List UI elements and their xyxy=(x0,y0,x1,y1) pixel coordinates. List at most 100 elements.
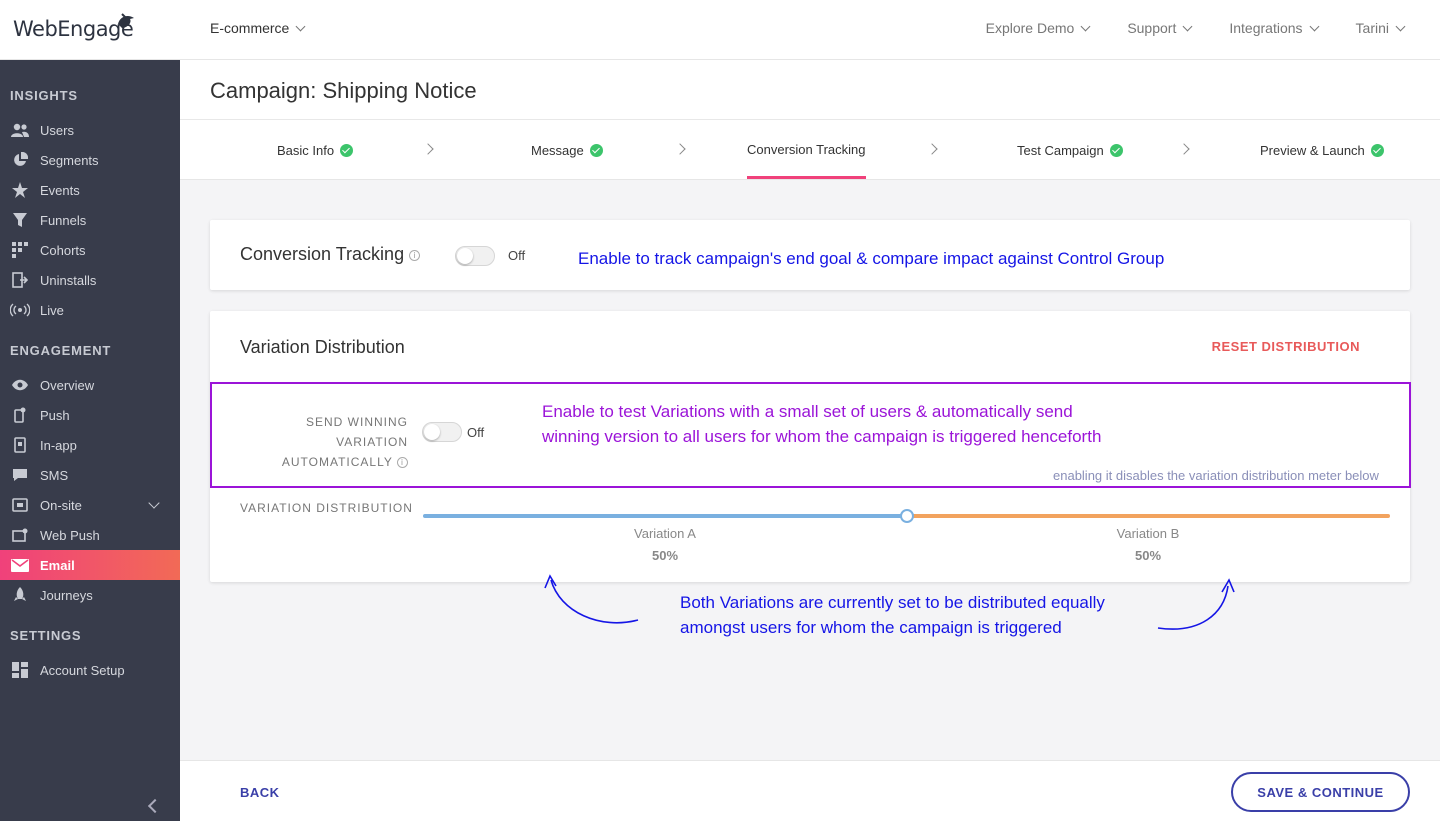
annotation-line: Enable to test Variations with a small s… xyxy=(542,402,1073,421)
sidebar-item-in-app[interactable]: In-app xyxy=(0,430,180,460)
sidebar-item-label: In-app xyxy=(40,437,77,453)
sidebar: INSIGHTS Users Segments Events Funnels C… xyxy=(0,60,180,821)
workspace-selector[interactable]: E-commerce xyxy=(210,20,306,36)
nav-integrations[interactable]: Integrations xyxy=(1229,20,1319,36)
nav-explore-demo[interactable]: Explore Demo xyxy=(985,20,1091,36)
step-label: Test Campaign xyxy=(1017,142,1104,158)
variation-b-info: Variation B 50% xyxy=(1078,526,1218,563)
pie-icon xyxy=(10,152,30,168)
sidebar-item-label: Segments xyxy=(40,152,99,168)
rocket-icon xyxy=(10,587,30,603)
sidebar-item-label: Users xyxy=(40,122,74,138)
tab-test-campaign[interactable]: Test Campaign xyxy=(1017,120,1123,180)
variation-a-track xyxy=(423,514,907,518)
nav-label: Integrations xyxy=(1229,20,1303,36)
annotation-line: Both Variations are currently set to be … xyxy=(680,593,1105,612)
conversion-annotation: Enable to track campaign's end goal & co… xyxy=(578,249,1165,268)
nav-label: Explore Demo xyxy=(985,20,1075,36)
funnel-icon xyxy=(10,212,30,228)
send-winning-line: AUTOMATICALLY xyxy=(281,455,393,469)
browser-icon xyxy=(10,527,30,543)
step-label: Basic Info xyxy=(277,142,335,158)
toggle-knob xyxy=(424,424,440,440)
exit-icon xyxy=(10,272,30,288)
dashboard-icon xyxy=(10,662,30,678)
sidebar-item-sms[interactable]: SMS xyxy=(0,460,180,490)
sidebar-item-push[interactable]: Push xyxy=(0,400,180,430)
send-winning-toggle-state: Off xyxy=(467,425,485,440)
star-icon xyxy=(10,182,30,198)
sidebar-item-label: Funnels xyxy=(40,212,87,228)
sidebar-item-journeys[interactable]: Journeys xyxy=(0,580,180,610)
variation-distribution-annotation: Both Variations are currently set to be … xyxy=(680,590,1105,640)
chevron-down-icon xyxy=(295,21,306,31)
sidebar-item-label: On-site xyxy=(40,497,82,513)
sidebar-item-label: Journeys xyxy=(40,587,93,603)
send-winning-label: SEND WINNING VARIATION AUTOMATICALLY i xyxy=(262,412,408,472)
variation-b-percent: 50% xyxy=(1134,548,1162,563)
sidebar-item-cohorts[interactable]: Cohorts xyxy=(0,235,180,265)
nav-support[interactable]: Support xyxy=(1127,20,1193,36)
check-icon xyxy=(589,143,603,157)
page-header: Campaign: Shipping Notice xyxy=(180,60,1440,120)
sidebar-item-account-setup[interactable]: Account Setup xyxy=(0,655,180,685)
variation-b-name: Variation B xyxy=(1116,526,1180,541)
phone-icon xyxy=(10,407,30,423)
sidebar-item-events[interactable]: Events xyxy=(0,175,180,205)
webengage-logo[interactable]: WebEngage xyxy=(13,12,134,46)
conversion-tracking-title: Conversion Tracking xyxy=(240,244,405,264)
sidebar-item-label: Web Push xyxy=(40,527,100,543)
info-icon[interactable]: i xyxy=(409,249,421,261)
conversion-toggle-state: Off xyxy=(508,248,526,263)
sidebar-item-on-site[interactable]: On-site xyxy=(0,490,180,520)
send-winning-annotation: Enable to test Variations with a small s… xyxy=(542,399,1101,449)
logo-bird-icon xyxy=(118,13,134,28)
sidebar-item-overview[interactable]: Overview xyxy=(0,370,180,400)
send-winning-line: VARIATION xyxy=(336,435,408,449)
chevron-right-icon xyxy=(422,143,434,155)
sidebar-item-uninstalls[interactable]: Uninstalls xyxy=(0,265,180,295)
section-title-engagement: ENGAGEMENT xyxy=(10,343,112,358)
conversion-tracking-card: Conversion Tracking i Off Enable to trac… xyxy=(210,220,1410,290)
reset-distribution-button[interactable]: RESET DISTRIBUTION xyxy=(1212,339,1360,354)
variation-a-percent: 50% xyxy=(651,548,679,563)
top-nav: Explore Demo Support Integrations Tarini xyxy=(985,20,1406,36)
send-winning-line: SEND WINNING xyxy=(306,415,408,429)
sidebar-item-web-push[interactable]: Web Push xyxy=(0,520,180,550)
slider-handle[interactable] xyxy=(899,509,914,523)
chat-icon xyxy=(10,467,30,483)
variation-distribution-label: VARIATION DISTRIBUTION xyxy=(240,501,413,515)
conversion-tracking-toggle[interactable] xyxy=(455,246,495,266)
sidebar-item-label: Account Setup xyxy=(40,662,125,678)
annotation-arrow-left-icon xyxy=(544,574,639,624)
step-label: Preview & Launch xyxy=(1260,142,1365,158)
back-button[interactable]: BACK xyxy=(240,785,280,800)
users-icon xyxy=(10,122,30,138)
save-continue-button[interactable]: SAVE & CONTINUE xyxy=(1231,772,1410,812)
check-icon xyxy=(340,143,354,157)
nav-user-menu[interactable]: Tarini xyxy=(1356,20,1406,36)
info-icon[interactable]: i xyxy=(397,457,408,469)
sidebar-item-label: Push xyxy=(40,407,70,423)
campaign-steps: Basic Info Message Conversion Tracking T… xyxy=(180,120,1440,180)
phone-square-icon xyxy=(10,437,30,453)
tab-preview-launch[interactable]: Preview & Launch xyxy=(1260,120,1384,180)
tab-basic-info[interactable]: Basic Info xyxy=(277,120,354,180)
chevron-down-icon[interactable] xyxy=(148,497,160,509)
tab-conversion-tracking[interactable]: Conversion Tracking xyxy=(747,120,866,179)
collapse-sidebar-icon[interactable] xyxy=(147,798,163,814)
tab-message[interactable]: Message xyxy=(531,120,603,180)
sidebar-item-label: Overview xyxy=(40,377,95,393)
variation-distribution-slider[interactable] xyxy=(423,509,1390,523)
sidebar-item-funnels[interactable]: Funnels xyxy=(0,205,180,235)
workspace-name: E-commerce xyxy=(210,20,290,36)
window-icon xyxy=(10,497,30,513)
send-winning-toggle[interactable] xyxy=(422,422,462,442)
sidebar-item-live[interactable]: Live xyxy=(0,295,180,325)
sidebar-item-email[interactable]: Email xyxy=(0,550,180,580)
page-title: Campaign: Shipping Notice xyxy=(210,78,477,103)
sidebar-item-users[interactable]: Users xyxy=(0,115,180,145)
sidebar-item-segments[interactable]: Segments xyxy=(0,145,180,175)
chevron-down-icon xyxy=(1395,21,1406,31)
variation-distribution-title: Variation Distribution xyxy=(240,337,405,357)
